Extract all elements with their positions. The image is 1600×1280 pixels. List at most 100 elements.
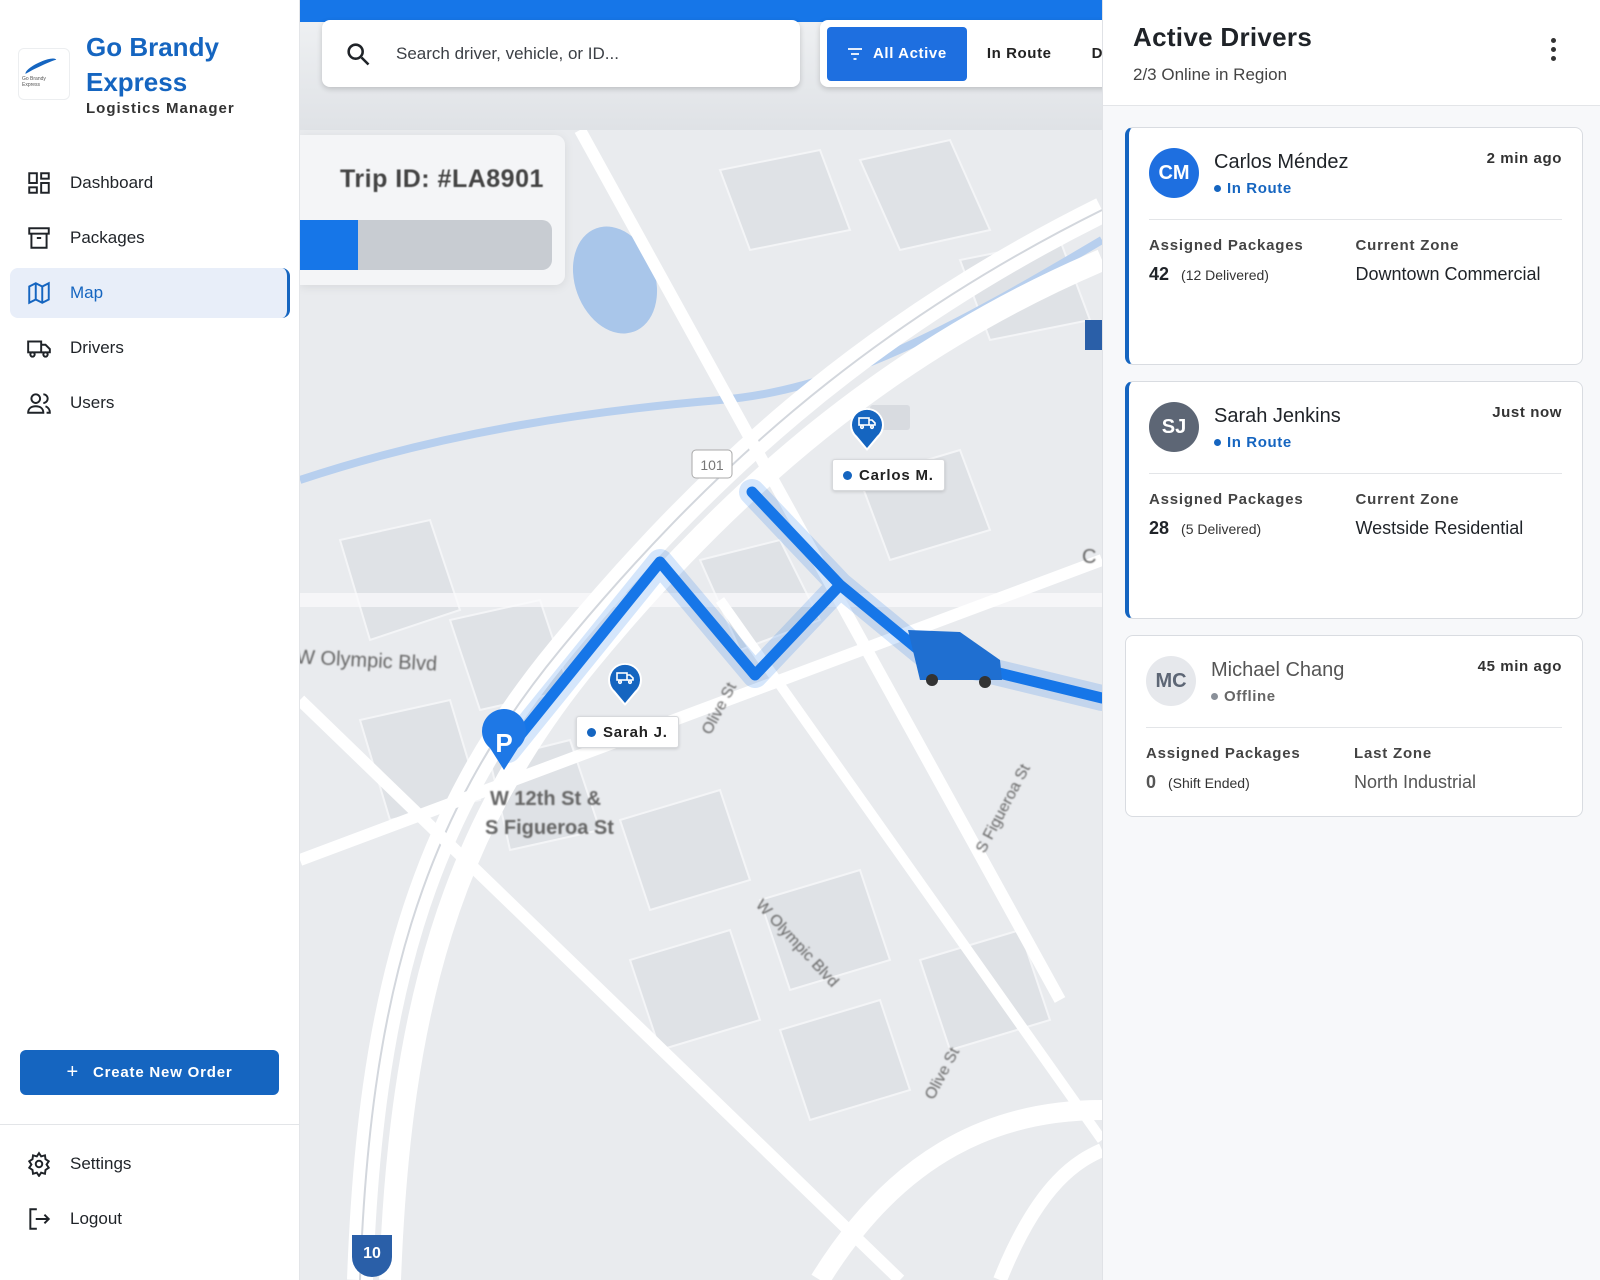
dashboard-icon bbox=[28, 172, 50, 194]
marker-name: Carlos M. bbox=[859, 466, 934, 484]
package-count: 0 bbox=[1146, 772, 1157, 792]
create-order-label: Create New Order bbox=[92, 1064, 233, 1081]
nav-label: Map bbox=[70, 283, 104, 302]
nav-label: Users bbox=[70, 393, 115, 412]
brand-name: Go Brandy Express bbox=[86, 32, 219, 97]
online-count: 2/3 Online in Region bbox=[1133, 65, 1288, 84]
filter-icon bbox=[848, 47, 862, 60]
driver-marker-carlos[interactable] bbox=[849, 405, 885, 451]
filter-label: In Route bbox=[986, 45, 1052, 62]
driver-card-carlos[interactable]: CM Carlos Méndez In Route 2 min ago Assi… bbox=[1125, 127, 1583, 365]
zone-value: Downtown Commercial bbox=[1355, 264, 1541, 284]
brand-subtitle: Logistics Manager bbox=[86, 100, 235, 117]
driver-card-michael[interactable]: MC Michael Chang Offline 45 min ago Assi… bbox=[1125, 635, 1583, 817]
logo-text: Go Brandy Express bbox=[22, 76, 46, 88]
panel-header: Active Drivers 2/3 Online in Region bbox=[1103, 0, 1600, 106]
status-badge: In Route bbox=[1214, 180, 1349, 197]
stat-label: Assigned Packages bbox=[1146, 745, 1301, 762]
nav-item-settings[interactable]: Settings bbox=[10, 1139, 290, 1189]
main-nav: Dashboard Packages Map Drivers Users bbox=[10, 158, 290, 433]
svg-text:P: P bbox=[495, 728, 512, 758]
nav-item-logout[interactable]: Logout bbox=[10, 1194, 290, 1244]
last-update: 2 min ago bbox=[1486, 150, 1562, 167]
driver-marker-label-carlos[interactable]: Carlos M. bbox=[832, 459, 945, 491]
search-input[interactable] bbox=[396, 43, 776, 64]
avatar: SJ bbox=[1149, 402, 1199, 452]
filter-delivered-partial[interactable]: D bbox=[1072, 27, 1102, 81]
nav-item-users[interactable]: Users bbox=[10, 378, 290, 428]
delivery-van-icon bbox=[908, 630, 1002, 688]
nav-item-drivers[interactable]: Drivers bbox=[10, 323, 290, 373]
nav-item-packages[interactable]: Packages bbox=[10, 213, 290, 263]
trip-id: Trip ID: #LA8901 bbox=[340, 165, 544, 193]
filter-label: All Active bbox=[873, 45, 947, 62]
driver-name: Carlos Méndez bbox=[1214, 151, 1349, 173]
driver-name: Michael Chang bbox=[1211, 659, 1345, 681]
sidebar-footer: Settings Logout bbox=[0, 1124, 300, 1249]
nav-label: Logout bbox=[70, 1209, 122, 1228]
brand[interactable]: Go Brandy Express Go Brandy Express Logi… bbox=[18, 30, 276, 117]
more-options-icon[interactable] bbox=[1548, 38, 1558, 64]
svg-text:10: 10 bbox=[363, 1245, 381, 1262]
zone-value: Westside Residential bbox=[1355, 518, 1524, 538]
svg-text:101: 101 bbox=[700, 457, 724, 473]
delivered-count: (Shift Ended) bbox=[1168, 775, 1250, 791]
map-icon bbox=[28, 281, 50, 305]
filter-all-active[interactable]: All Active bbox=[827, 26, 967, 81]
status-dot bbox=[843, 470, 852, 480]
map-label-partial: C bbox=[1082, 546, 1097, 568]
highway-10-shield: 10 bbox=[352, 1235, 392, 1277]
trip-progress-fill bbox=[300, 220, 358, 270]
search-icon bbox=[347, 42, 370, 65]
active-drivers-panel: Active Drivers 2/3 Online in Region CM C… bbox=[1102, 0, 1600, 1280]
package-count: 28 bbox=[1149, 518, 1170, 538]
last-update: 45 min ago bbox=[1477, 658, 1562, 675]
street-label: W 12th St & bbox=[490, 788, 602, 810]
stat-label: Assigned Packages bbox=[1149, 237, 1304, 254]
status-badge: In Route bbox=[1214, 434, 1341, 451]
filter-in-route[interactable]: In Route bbox=[967, 27, 1072, 81]
create-new-order-button[interactable]: + Create New Order bbox=[20, 1050, 279, 1095]
nav-label: Drivers bbox=[70, 338, 124, 357]
street-label: S Figueroa St bbox=[485, 817, 614, 839]
stat-label: Assigned Packages bbox=[1149, 491, 1304, 508]
package-count: 42 bbox=[1149, 264, 1170, 284]
trip-progress-bar bbox=[300, 220, 552, 270]
last-update: Just now bbox=[1492, 404, 1562, 421]
plus-icon: + bbox=[66, 1061, 79, 1083]
highway-101-shield: 101 bbox=[691, 449, 733, 479]
zone-value: North Industrial bbox=[1354, 772, 1477, 792]
status-dot bbox=[587, 727, 596, 737]
users-icon bbox=[27, 393, 51, 414]
avatar: MC bbox=[1146, 656, 1196, 706]
marker-name: Sarah J. bbox=[603, 723, 668, 741]
status-badge: Offline bbox=[1211, 688, 1344, 705]
delivered-count: (5 Delivered) bbox=[1181, 521, 1262, 537]
archive-icon bbox=[28, 227, 50, 249]
nav-label: Packages bbox=[70, 228, 145, 247]
nav-label: Settings bbox=[70, 1154, 132, 1173]
delivered-count: (12 Delivered) bbox=[1181, 267, 1269, 283]
panel-title: Active Drivers bbox=[1133, 22, 1313, 52]
stat-label: Current Zone bbox=[1355, 237, 1460, 254]
map-view[interactable]: P 101 10 All Active In Route D Trip ID: … bbox=[300, 0, 1102, 1280]
driver-marker-label-sarah[interactable]: Sarah J. bbox=[576, 716, 679, 748]
driver-name: Sarah Jenkins bbox=[1214, 405, 1341, 427]
nav-item-map[interactable]: Map bbox=[10, 268, 290, 318]
search-box[interactable] bbox=[322, 20, 800, 87]
avatar: CM bbox=[1149, 148, 1199, 198]
truck-icon bbox=[27, 340, 51, 358]
logout-icon bbox=[29, 1208, 51, 1230]
nav-item-dashboard[interactable]: Dashboard bbox=[10, 158, 290, 208]
sidebar: Go Brandy Express Go Brandy Express Logi… bbox=[0, 0, 300, 1280]
highway-shield-partial bbox=[1085, 320, 1102, 350]
filter-label: D bbox=[1091, 45, 1102, 62]
driver-card-sarah[interactable]: SJ Sarah Jenkins In Route Just now Assig… bbox=[1125, 381, 1583, 619]
status-filter-tabs: All Active In Route D bbox=[820, 20, 1102, 87]
gear-icon bbox=[27, 1151, 51, 1177]
driver-marker-sarah[interactable] bbox=[607, 660, 643, 706]
nav-label: Dashboard bbox=[70, 173, 154, 192]
map-top-strip bbox=[300, 0, 1102, 22]
stat-label: Current Zone bbox=[1355, 491, 1460, 508]
stat-label: Last Zone bbox=[1354, 745, 1433, 762]
